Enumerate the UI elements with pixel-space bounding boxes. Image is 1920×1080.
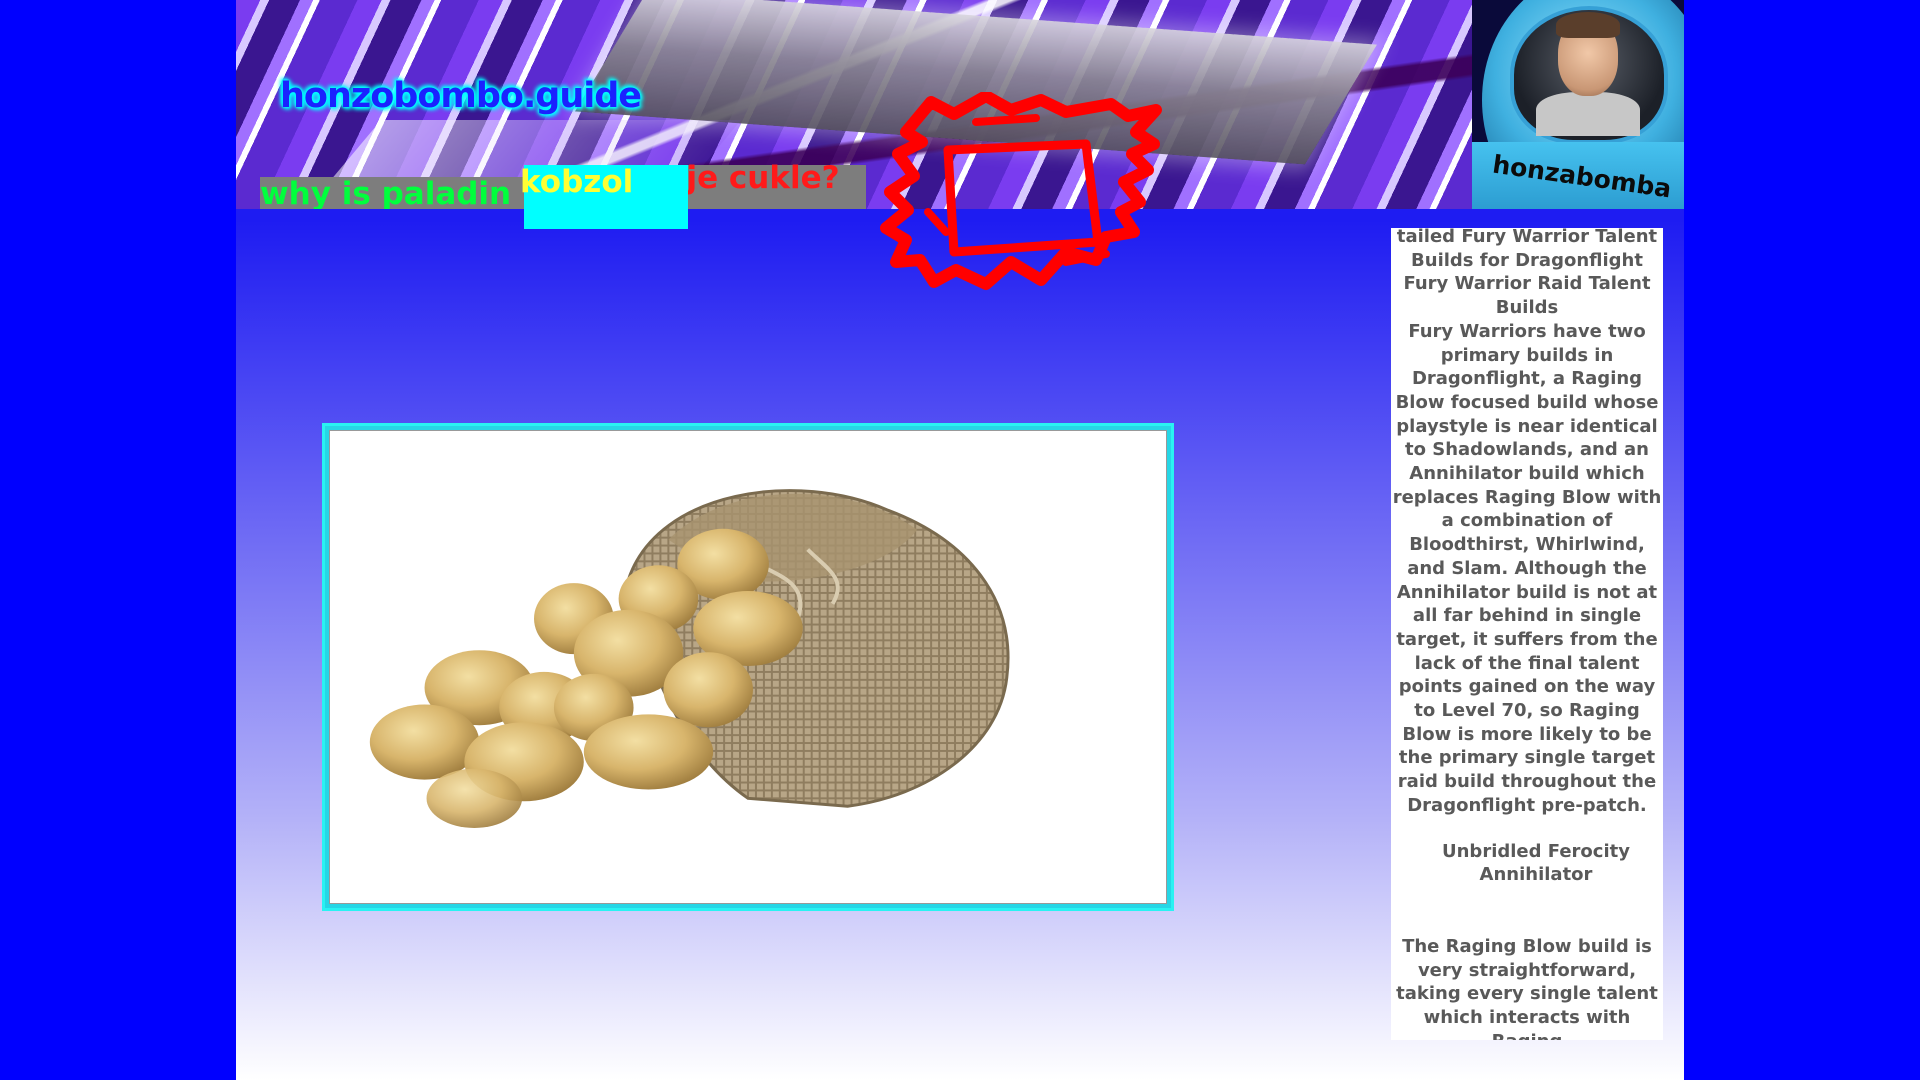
image-frame [322,423,1174,911]
guide-ability-1: Unbridled Ferocity [1442,840,1630,862]
header-banner: honzobombo.guide why is paladin bad? co … [236,0,1684,209]
guide-subheading: Fury Warrior Raid Talent Builds [1403,273,1651,319]
nav-button-kobzol-label: kobzol [520,164,634,200]
avatar-shirt [1536,92,1640,136]
nav-button-kobzol[interactable]: kobzol [520,165,688,229]
guide-ability-2: Annihilator [1479,864,1593,886]
avatar-hair [1556,12,1620,38]
guide-paragraph: Fury Warriors have two primary builds in… [1392,320,1662,816]
guide-paragraph-2: The Raging Blow build is very straightfo… [1396,935,1658,1040]
guide-heading: tailed Fury Warrior Talent Builds for Dr… [1396,228,1658,271]
guide-abilities: Unbridled Ferocity Annihilator [1391,840,1663,887]
potato-sack-icon [369,489,1010,828]
site-logo[interactable]: honzobombo.guide [280,76,642,116]
potato-image [329,430,1167,904]
guide-text-panel: tailed Fury Warrior Talent Builds for Dr… [1391,228,1663,1040]
avatar: honzabomba [1472,0,1684,209]
page: honzobombo.guide why is paladin bad? co … [236,0,1684,1080]
